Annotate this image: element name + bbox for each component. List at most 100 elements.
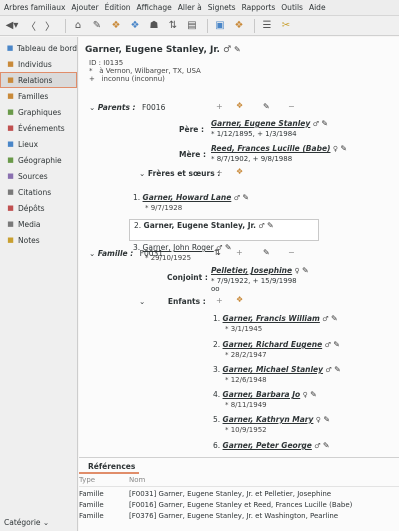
clipboard-icon[interactable]: ▤ xyxy=(184,18,200,34)
child-link[interactable]: Garner, Richard Eugene xyxy=(223,340,323,349)
sidebar-item[interactable]: ■ Individus xyxy=(0,56,77,72)
sidebar-item[interactable]: ■ Dépôts xyxy=(0,200,77,216)
child-row[interactable]: 2. Garner, Richard Eugene ♂ ✎ * 28/2/1947 xyxy=(209,339,395,361)
child-row[interactable]: 4. Garner, Barbara Jo ♀ ✎ * 8/11/1949 xyxy=(209,389,395,411)
edit-sibling-icon[interactable]: ✎ xyxy=(242,193,249,202)
edit-person-icon[interactable]: ✎ xyxy=(234,45,241,54)
edit-child-icon[interactable]: ✎ xyxy=(323,441,330,450)
edit-sibling-icon[interactable]: ✎ xyxy=(225,243,232,252)
edit-child-icon[interactable]: ✎ xyxy=(333,340,340,349)
collapse-icon[interactable]: ⌄ xyxy=(139,169,145,178)
collapse-icon[interactable]: ⌄ xyxy=(139,297,145,306)
menu-item[interactable]: Arbres familiaux xyxy=(4,3,65,12)
children-section-label[interactable]: ⌄ Enfants : xyxy=(139,297,206,306)
share-sibling-button[interactable]: ❖ xyxy=(236,167,243,176)
sibling-row[interactable]: 1. Garner, Howard Lane ♂ ✎ * 9/7/1928 xyxy=(129,192,319,214)
child-link[interactable]: Garner, Francis William xyxy=(223,314,320,323)
menu-item[interactable]: Édition xyxy=(105,3,131,12)
menu-item[interactable]: Rapports xyxy=(242,3,276,12)
home-icon[interactable]: ⌂ xyxy=(70,18,86,34)
add-parents-button[interactable]: + xyxy=(216,102,223,111)
reorder-family-button[interactable]: ⇅ xyxy=(214,248,221,257)
siblings-section-label[interactable]: ⌄ Frères et sœurs : xyxy=(139,169,220,178)
menu-item[interactable]: Affichage xyxy=(137,3,172,12)
collapse-icon[interactable]: ⌄ xyxy=(89,103,95,112)
config-icon[interactable]: ☰ xyxy=(259,18,275,34)
sidebar-item[interactable]: ■ Familles xyxy=(0,88,77,104)
tab-references[interactable]: Références xyxy=(79,458,139,474)
tools-icon[interactable]: ✂ xyxy=(278,18,294,34)
sidebar-item[interactable]: ■ Relations xyxy=(0,72,77,88)
sidebar-item[interactable]: ■ Événements xyxy=(0,120,77,136)
reference-row[interactable]: Famille [F0016] Garner, Eugene Stanley et… xyxy=(79,501,399,512)
menu-item[interactable]: Aide xyxy=(309,3,326,12)
add-child-button[interactable]: + xyxy=(216,296,223,305)
view-person-icon[interactable]: ❖ xyxy=(231,18,247,34)
mother-link[interactable]: Reed, Frances Lucille (Babe) xyxy=(211,144,330,153)
death-info: inconnu (inconnu) xyxy=(101,75,165,83)
parents-section-label[interactable]: ⌄ Parents : F0016 xyxy=(89,103,165,112)
menu-item[interactable]: Signets xyxy=(208,3,236,12)
child-row[interactable]: 5. Garner, Kathryn Mary ♀ ✎ * 10/9/1952 xyxy=(209,414,395,436)
edit-family-button[interactable]: ✎ xyxy=(263,248,270,257)
child-date: * 10/9/1952 xyxy=(225,426,267,434)
edit-spouse-icon[interactable]: ✎ xyxy=(302,266,309,275)
sidebar-item[interactable]: ■ Graphiques xyxy=(0,104,77,120)
sidebar-item[interactable]: ■ Citations xyxy=(0,184,77,200)
tree-dropdown-icon[interactable]: ◀▾ xyxy=(4,18,20,34)
sidebar-item[interactable]: ■ Géographie xyxy=(0,152,77,168)
edit-mother-icon[interactable]: ✎ xyxy=(340,144,347,153)
spouse-link[interactable]: Pelletier, Josephine xyxy=(211,266,292,275)
edit-child-icon[interactable]: ✎ xyxy=(331,314,338,323)
child-row[interactable]: 3. Garner, Michael Stanley ♂ ✎ * 12/6/194… xyxy=(209,364,395,386)
add-parents-icon[interactable]: ❖ xyxy=(108,18,124,34)
edit-father-icon[interactable]: ✎ xyxy=(321,119,328,128)
child-link[interactable]: Garner, Michael Stanley xyxy=(223,365,323,374)
category-selector[interactable]: Catégorie ⌄ xyxy=(4,518,49,527)
menu-item[interactable]: Outils xyxy=(281,3,303,12)
reference-row[interactable]: Famille [F0031] Garner, Eugene Stanley, J… xyxy=(79,490,399,501)
forward-icon[interactable]: 〉 xyxy=(42,18,58,34)
remove-family-button[interactable]: − xyxy=(288,248,295,257)
sibling-link[interactable]: Garner, Howard Lane xyxy=(143,193,232,202)
spouse-label: Conjoint : xyxy=(167,273,208,282)
remove-parents-button[interactable]: − xyxy=(288,102,295,111)
person-header: Garner, Eugene Stanley, Jr. ♂ ✎ xyxy=(85,45,241,55)
child-link[interactable]: Garner, Peter George xyxy=(223,441,312,450)
share-child-button[interactable]: ❖ xyxy=(236,295,243,304)
view-graph-icon[interactable]: ▣ xyxy=(212,18,228,34)
family-section-label[interactable]: ⌄ Famille : F0031 xyxy=(89,249,163,258)
collapse-icon[interactable]: ⌄ xyxy=(89,249,95,258)
add-sibling-button[interactable]: + xyxy=(216,168,223,177)
menu-item[interactable]: Ajouter xyxy=(71,3,98,12)
edit-parents-button[interactable]: ✎ xyxy=(263,102,270,111)
reorder-icon[interactable]: ⇅ xyxy=(165,18,181,34)
add-family-button[interactable]: + xyxy=(236,248,243,257)
id-label: ID : xyxy=(89,59,102,67)
sidebar-item[interactable]: ■ Lieux xyxy=(0,136,77,152)
edit-child-icon[interactable]: ✎ xyxy=(334,365,341,374)
edit-child-icon[interactable]: ✎ xyxy=(310,390,317,399)
child-row[interactable]: 1. Garner, Francis William ♂ ✎ * 3/1/1945 xyxy=(209,313,395,335)
column-name[interactable]: Nom xyxy=(129,476,399,486)
child-link[interactable]: Garner, Kathryn Mary xyxy=(223,415,314,424)
edit-icon[interactable]: ✎ xyxy=(89,18,105,34)
child-link[interactable]: Garner, Barbara Jo xyxy=(223,390,301,399)
menu-item[interactable]: Aller à xyxy=(178,3,202,12)
sidebar-item[interactable]: ■ Sources xyxy=(0,168,77,184)
reference-row[interactable]: Famille [F0376] Garner, Eugene Stanley, J… xyxy=(79,512,399,523)
share-parents-button[interactable]: ❖ xyxy=(236,101,243,110)
edit-sibling-icon[interactable]: ✎ xyxy=(267,221,274,230)
add-family-icon[interactable]: ❖ xyxy=(127,18,143,34)
column-type[interactable]: Type xyxy=(79,476,129,486)
edit-child-icon[interactable]: ✎ xyxy=(323,415,330,424)
sidebar-item[interactable]: ■ Notes xyxy=(0,232,77,248)
sibling-row[interactable]: 2. Garner, Eugene Stanley, Jr. ♂ ✎ xyxy=(129,219,319,241)
person-id-row: ID : I0135 xyxy=(89,59,123,67)
child-date: * 28/2/1947 xyxy=(225,351,267,359)
back-icon[interactable]: 〈 xyxy=(23,18,39,34)
sidebar-item[interactable]: ■ Tableau de bord xyxy=(0,40,77,56)
sidebar-item[interactable]: ■ Media xyxy=(0,216,77,232)
father-link[interactable]: Garner, Eugene Stanley xyxy=(211,119,310,128)
add-children-icon[interactable]: ☗ xyxy=(146,18,162,34)
